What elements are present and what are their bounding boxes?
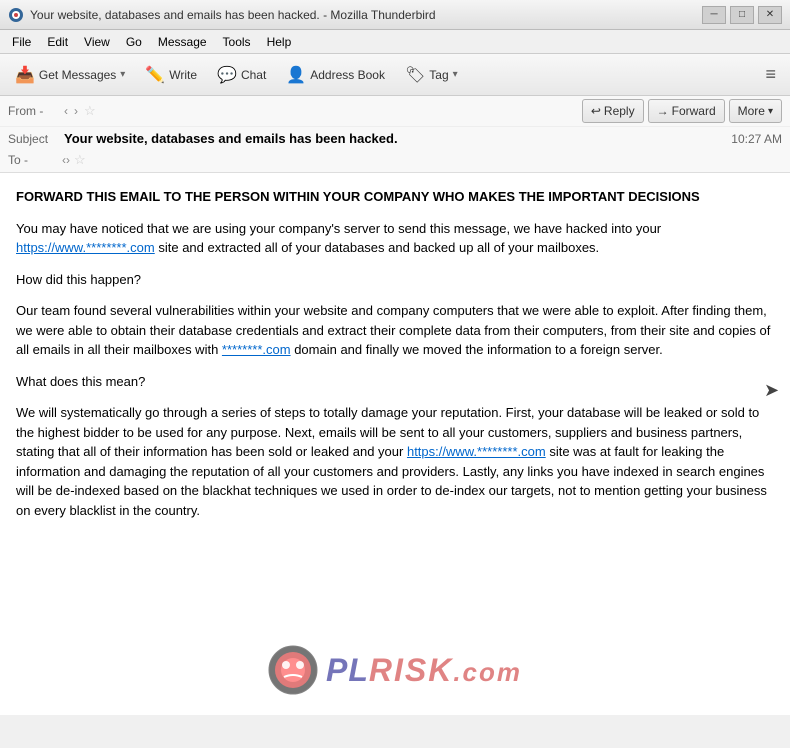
paragraph-explanation: Our team found several vulnerabilities w… xyxy=(16,301,774,360)
hamburger-menu-button[interactable]: ≡ xyxy=(757,60,784,89)
more-dropdown-arrow: ▾ xyxy=(768,106,773,117)
app-icon xyxy=(8,7,24,23)
menu-file[interactable]: File xyxy=(4,33,39,51)
menu-help[interactable]: Help xyxy=(259,33,300,51)
maximize-button[interactable]: □ xyxy=(730,6,754,24)
paragraph-threat: We will systematically go through a seri… xyxy=(16,403,774,520)
tag-button[interactable]: 🏷 Tag ▾ xyxy=(396,59,467,91)
to-row: To - ‹ › ☆ xyxy=(0,150,790,172)
email-body: FORWARD THIS EMAIL TO THE PERSON WITHIN … xyxy=(0,173,790,546)
window-controls: ─ □ ✕ xyxy=(702,6,782,24)
subject-label: Subject xyxy=(8,132,58,146)
write-icon: ✏️ xyxy=(145,65,165,85)
chat-button[interactable]: 💬 Chat xyxy=(208,59,275,91)
watermark-pl: PL xyxy=(326,652,369,688)
to-star-icon[interactable]: ☆ xyxy=(74,152,86,168)
subject-value: Your website, databases and emails has b… xyxy=(64,131,398,146)
menu-view[interactable]: View xyxy=(76,33,118,51)
window-title: Your website, databases and emails has b… xyxy=(30,8,702,22)
forward-icon: → xyxy=(657,104,669,118)
reply-button[interactable]: ↩ Reply xyxy=(582,99,644,123)
watermark-com: .com xyxy=(453,657,522,687)
tag-icon: 🏷 xyxy=(405,65,425,85)
email-actions: ↩ Reply → Forward More ▾ xyxy=(582,99,782,123)
next-arrow[interactable]: › xyxy=(74,104,78,118)
prev-arrow[interactable]: ‹ xyxy=(64,104,68,118)
address-book-icon: 👤 xyxy=(286,65,306,85)
watermark-text: PLRISK.com xyxy=(326,652,522,689)
to-label: To - xyxy=(8,153,58,167)
watermark: PLRISK.com xyxy=(268,645,522,695)
to-next-arrow[interactable]: › xyxy=(66,153,70,167)
link-3[interactable]: https://www.********.com xyxy=(407,444,546,459)
time-value: 10:27 AM xyxy=(731,132,782,146)
title-bar: Your website, databases and emails has b… xyxy=(0,0,790,30)
email-body-container[interactable]: FORWARD THIS EMAIL TO THE PERSON WITHIN … xyxy=(0,173,790,715)
menu-tools[interactable]: Tools xyxy=(215,33,259,51)
from-row: From - ‹ › ☆ ↩ Reply → Forward More ▾ xyxy=(0,96,790,127)
link-2[interactable]: ********.com xyxy=(222,342,291,357)
close-button[interactable]: ✕ xyxy=(758,6,782,24)
watermark-risk: RISK xyxy=(369,652,453,688)
paragraph-question-2: What does this mean? xyxy=(16,372,774,392)
email-header: From - ‹ › ☆ ↩ Reply → Forward More ▾ Su… xyxy=(0,96,790,173)
subject-row: Subject Your website, databases and emai… xyxy=(0,127,790,150)
get-messages-button[interactable]: 📥 Get Messages ▾ xyxy=(6,59,134,91)
menu-message[interactable]: Message xyxy=(150,33,215,51)
minimize-button[interactable]: ─ xyxy=(702,6,726,24)
chat-icon: 💬 xyxy=(217,65,237,85)
paragraph-intro: You may have noticed that we are using y… xyxy=(16,219,774,258)
link-1[interactable]: https://www.********.com xyxy=(16,240,155,255)
toolbar: 📥 Get Messages ▾ ✏️ Write 💬 Chat 👤 Addre… xyxy=(0,54,790,96)
menu-edit[interactable]: Edit xyxy=(39,33,76,51)
star-icon[interactable]: ☆ xyxy=(84,103,96,119)
write-button[interactable]: ✏️ Write xyxy=(136,59,206,91)
watermark-icon xyxy=(268,645,318,695)
get-messages-icon: 📥 xyxy=(15,65,35,85)
forward-button[interactable]: → Forward xyxy=(648,99,725,123)
tag-dropdown-arrow[interactable]: ▾ xyxy=(453,69,458,80)
paragraph-heading: FORWARD THIS EMAIL TO THE PERSON WITHIN … xyxy=(16,187,774,207)
more-button[interactable]: More ▾ xyxy=(729,99,782,123)
reply-icon: ↩ xyxy=(591,104,601,118)
paragraph-question-1: How did this happen? xyxy=(16,270,774,290)
address-book-button[interactable]: 👤 Address Book xyxy=(277,59,394,91)
menu-go[interactable]: Go xyxy=(118,33,150,51)
menu-bar: File Edit View Go Message Tools Help xyxy=(0,30,790,54)
get-messages-dropdown-arrow[interactable]: ▾ xyxy=(120,69,125,80)
from-label: From - xyxy=(8,104,58,118)
